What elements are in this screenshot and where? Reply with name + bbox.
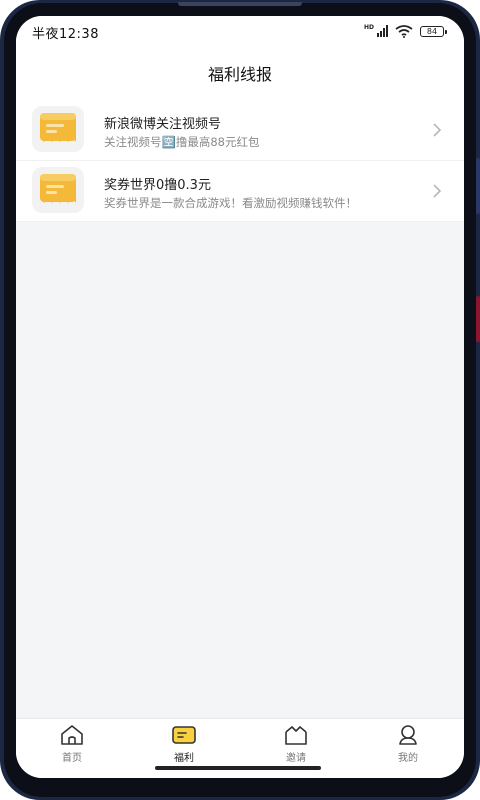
list-item[interactable]: 奖券世界0撸0.3元 奖券世界是一款合成游戏！看激励视频赚钱软件！ [16, 161, 464, 222]
tab-label: 首页 [62, 753, 82, 764]
chevron-right-icon [433, 184, 442, 198]
tab-label: 邀请 [286, 753, 306, 764]
status-time: 半夜12:38 [32, 27, 99, 42]
item-thumbnail [32, 106, 84, 152]
page-title: 福利线报 [207, 65, 272, 84]
status-bar: 半夜12:38 HD 84 [16, 16, 464, 46]
item-title: 奖券世界0撸0.3元 [104, 178, 211, 193]
earpiece [178, 2, 302, 6]
item-title: 新浪微博关注视频号 [104, 117, 222, 132]
tab-label: 我的 [398, 753, 418, 764]
item-description: 关注视频号🈳撸最高88元红包 [104, 135, 260, 149]
page-header: 福利线报 [16, 46, 464, 100]
chevron-right-icon [433, 123, 442, 137]
home-icon [61, 725, 83, 745]
welfare-icon [172, 726, 196, 744]
tab-profile[interactable]: 我的 [352, 719, 464, 778]
battery-icon: 84 [420, 25, 447, 37]
list-item[interactable]: 新浪微博关注视频号 关注视频号🈳撸最高88元红包 [16, 100, 464, 161]
tab-label: 福利 [174, 753, 194, 764]
item-thumbnail [32, 167, 84, 213]
hd-badge: HD [363, 23, 374, 31]
phone-frame: 半夜12:38 HD 84 福利线报 新浪微博关注视频号 关注视频号🈳撸最高88… [0, 0, 480, 800]
invite-icon [285, 726, 307, 745]
ticket-icon [40, 113, 76, 142]
battery-level: 84 [426, 26, 438, 36]
app-screen: 半夜12:38 HD 84 福利线报 新浪微博关注视频号 关注视频号🈳撸最高88… [16, 16, 464, 778]
tab-home[interactable]: 首页 [16, 719, 128, 778]
ticket-icon [40, 174, 76, 203]
profile-icon [399, 725, 417, 745]
wifi-icon [395, 24, 413, 38]
home-indicator[interactable] [155, 766, 321, 770]
status-icons: HD 84 [363, 23, 447, 38]
item-description: 奖券世界是一款合成游戏！看激励视频赚钱软件！ [104, 196, 357, 210]
post-list: 新浪微博关注视频号 关注视频号🈳撸最高88元红包 奖券世界0撸0.3元 奖券世界… [16, 100, 464, 222]
power-button [476, 296, 480, 342]
signal-icon [377, 25, 388, 37]
volume-button [476, 158, 480, 214]
